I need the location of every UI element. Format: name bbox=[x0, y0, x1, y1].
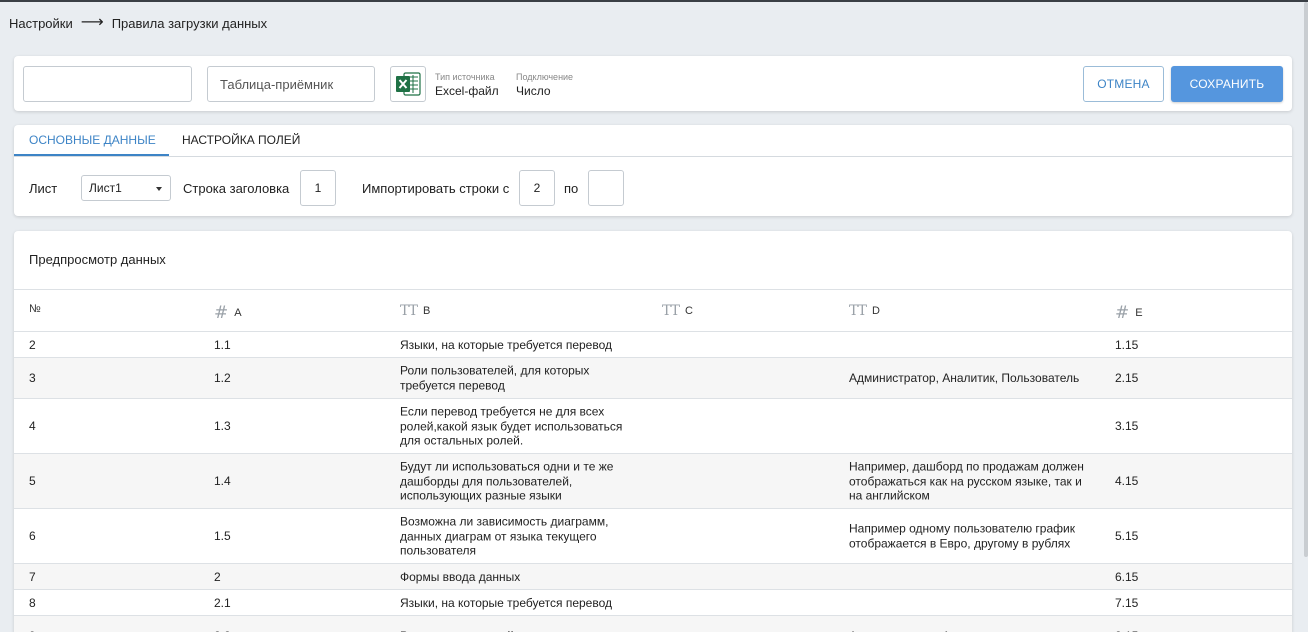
table-cell: 1.5 bbox=[214, 528, 231, 543]
column-header-a[interactable]: # A bbox=[214, 303, 242, 323]
table-row[interactable]: 2 1.1 Языки, на которые требуется перевод 1… bbox=[14, 332, 1292, 358]
text-type-icon: TT bbox=[400, 303, 418, 319]
table-cell: Например, дашборд по продажам должен ото… bbox=[849, 459, 1084, 503]
tab-main-data[interactable]: ОСНОВНЫЕ ДАННЫЕ bbox=[29, 133, 156, 147]
table-cell: 1.1 bbox=[214, 337, 231, 352]
breadcrumb: Настройки ⟶ Правила загрузки данных bbox=[9, 15, 267, 31]
tab-field-settings[interactable]: НАСТРОЙКА ПОЛЕЙ bbox=[182, 133, 300, 147]
number-type-icon: # bbox=[214, 303, 229, 323]
text-type-icon: TT bbox=[662, 303, 680, 319]
table-row[interactable]: 6 1.5 Возможна ли зависимость диаграмм, да… bbox=[14, 509, 1292, 564]
header-row-input[interactable]: 1 bbox=[300, 170, 336, 206]
table-cell: Администратор, Аналитик, Пользователь bbox=[849, 370, 1080, 385]
table-cell: 1.15 bbox=[1115, 337, 1139, 352]
import-from-input[interactable]: 2 bbox=[519, 170, 555, 206]
table-cell: Роли пользователей, для которых требуетс… bbox=[400, 363, 590, 393]
table-cell: Языки, на которые требуется перевод bbox=[400, 337, 613, 352]
sheet-select[interactable]: Лист1 bbox=[81, 175, 171, 201]
table-row[interactable]: 5 1.4 Будут ли использоваться одни и те же… bbox=[14, 454, 1292, 509]
table-row[interactable]: 3 1.2 Роли пользователей, для которых треб… bbox=[14, 358, 1292, 399]
preview-table: № # A TT B TT C TT D # E 2 1.1 Языки, на которые тре… bbox=[14, 289, 1292, 632]
header-row-label: Строка заголовка bbox=[183, 180, 290, 196]
column-header-label: C bbox=[684, 305, 693, 317]
table-cell: 4 bbox=[29, 418, 36, 433]
table-cell: 2 bbox=[29, 337, 36, 352]
rule-header-panel: Тип источника Excel-файл Подключение Чис… bbox=[14, 56, 1292, 111]
column-header-label: A bbox=[234, 307, 242, 319]
table-cell: 6 bbox=[29, 528, 36, 543]
number-type-icon: # bbox=[1115, 303, 1130, 323]
arrow-right-icon: ⟶ bbox=[80, 14, 104, 31]
table-cell: 2 bbox=[214, 569, 221, 584]
table-cell: 3 bbox=[29, 370, 36, 385]
sheet-label: Лист bbox=[29, 180, 58, 196]
column-header-index[interactable]: № bbox=[29, 303, 41, 315]
table-row[interactable]: 4 1.3 Если перевод требуется не для всех р… bbox=[14, 399, 1292, 454]
table-cell: 2.15 bbox=[1115, 370, 1139, 385]
source-type: Тип источника Excel-файл bbox=[435, 72, 499, 99]
column-header-b[interactable]: TT B bbox=[400, 303, 640, 319]
connection-label: Подключение bbox=[516, 72, 574, 82]
table-row[interactable]: 8 2.1 Языки, на которые требуется перевод 7… bbox=[14, 590, 1292, 616]
table-cell: Если перевод требуется не для всех ролей… bbox=[400, 404, 623, 448]
data-preview-panel: Предпросмотр данных № # A TT B TT C TT D # E 2 1.1 Я… bbox=[14, 231, 1292, 632]
column-header-label: B bbox=[422, 305, 431, 317]
table-cell: 5.15 bbox=[1115, 528, 1139, 543]
table-cell: Формы ввода данных bbox=[400, 569, 521, 584]
table-cell: Возможна ли зависимость диаграмм, данных… bbox=[400, 514, 609, 558]
rule-name-input[interactable] bbox=[23, 66, 192, 102]
table-cell: Например одному пользователю график отоб… bbox=[849, 521, 1075, 551]
text-type-icon: TT bbox=[849, 303, 867, 319]
table-cell: 8 bbox=[29, 595, 36, 610]
table-body: 2 1.1 Языки, на которые требуется перевод 1… bbox=[14, 332, 1292, 632]
column-header-c[interactable]: TT C bbox=[662, 303, 693, 319]
table-cell: 6.15 bbox=[1115, 569, 1139, 584]
table-cell: 5 bbox=[29, 473, 36, 488]
table-cell: 4.15 bbox=[1115, 473, 1139, 488]
target-table-input[interactable] bbox=[207, 66, 375, 102]
table-cell: 2.1 bbox=[214, 595, 231, 610]
table-cell: Языки, на которые требуется перевод bbox=[400, 595, 613, 610]
source-type-value: Excel-файл bbox=[435, 84, 499, 98]
table-cell: 1.2 bbox=[214, 370, 231, 385]
import-to-input[interactable] bbox=[588, 170, 624, 206]
column-header-d[interactable]: TT D bbox=[849, 303, 1094, 319]
cancel-button[interactable]: ОТМЕНА bbox=[1083, 66, 1164, 102]
save-button[interactable]: СОХРАНИТЬ bbox=[1171, 66, 1283, 102]
caret-down-icon bbox=[156, 187, 162, 191]
import-rows-label: Импортировать строки с bbox=[362, 180, 510, 196]
excel-icon bbox=[390, 66, 426, 102]
import-to-label: по bbox=[564, 180, 579, 196]
table-cell: 7 bbox=[29, 569, 36, 584]
sheet-select-value: Лист1 bbox=[89, 181, 122, 195]
column-header-label: D bbox=[871, 305, 880, 317]
table-cell: 1.3 bbox=[214, 418, 231, 433]
table-header: № # A TT B TT C TT D # E bbox=[14, 289, 1292, 332]
preview-title: Предпросмотр данных bbox=[29, 252, 166, 267]
active-tab-indicator bbox=[14, 154, 169, 156]
settings-panel: ОСНОВНЫЕ ДАННЫЕ НАСТРОЙКА ПОЛЕЙ Лист Лис… bbox=[14, 125, 1292, 216]
table-cell: 3.15 bbox=[1115, 418, 1139, 433]
breadcrumb-current: Правила загрузки данных bbox=[111, 15, 268, 31]
column-header-e[interactable]: # E bbox=[1115, 303, 1143, 323]
column-header-label: № bbox=[29, 303, 41, 315]
import-settings-row: Лист Лист1 Строка заголовка 1 Импортиров… bbox=[29, 170, 1269, 206]
column-header-label: E bbox=[1135, 307, 1143, 319]
table-row[interactable]: 92.2Роли пользователей, для которыхАдмин… bbox=[14, 616, 1292, 632]
page-scrollbar[interactable] bbox=[1304, 2, 1308, 557]
connection: Подключение Число bbox=[516, 72, 573, 99]
table-cell: 7.15 bbox=[1115, 595, 1139, 610]
breadcrumb-root[interactable]: Настройки bbox=[9, 16, 73, 31]
table-cell: Будут ли использоваться одни и те же даш… bbox=[400, 459, 614, 503]
connection-value: Число bbox=[516, 84, 551, 98]
table-row[interactable]: 7 2 Формы ввода данных 6.15 bbox=[14, 564, 1292, 590]
tab-bar: ОСНОВНЫЕ ДАННЫЕ НАСТРОЙКА ПОЛЕЙ bbox=[14, 125, 1292, 157]
source-type-label: Тип источника bbox=[435, 72, 495, 82]
table-cell: 1.4 bbox=[214, 473, 231, 488]
